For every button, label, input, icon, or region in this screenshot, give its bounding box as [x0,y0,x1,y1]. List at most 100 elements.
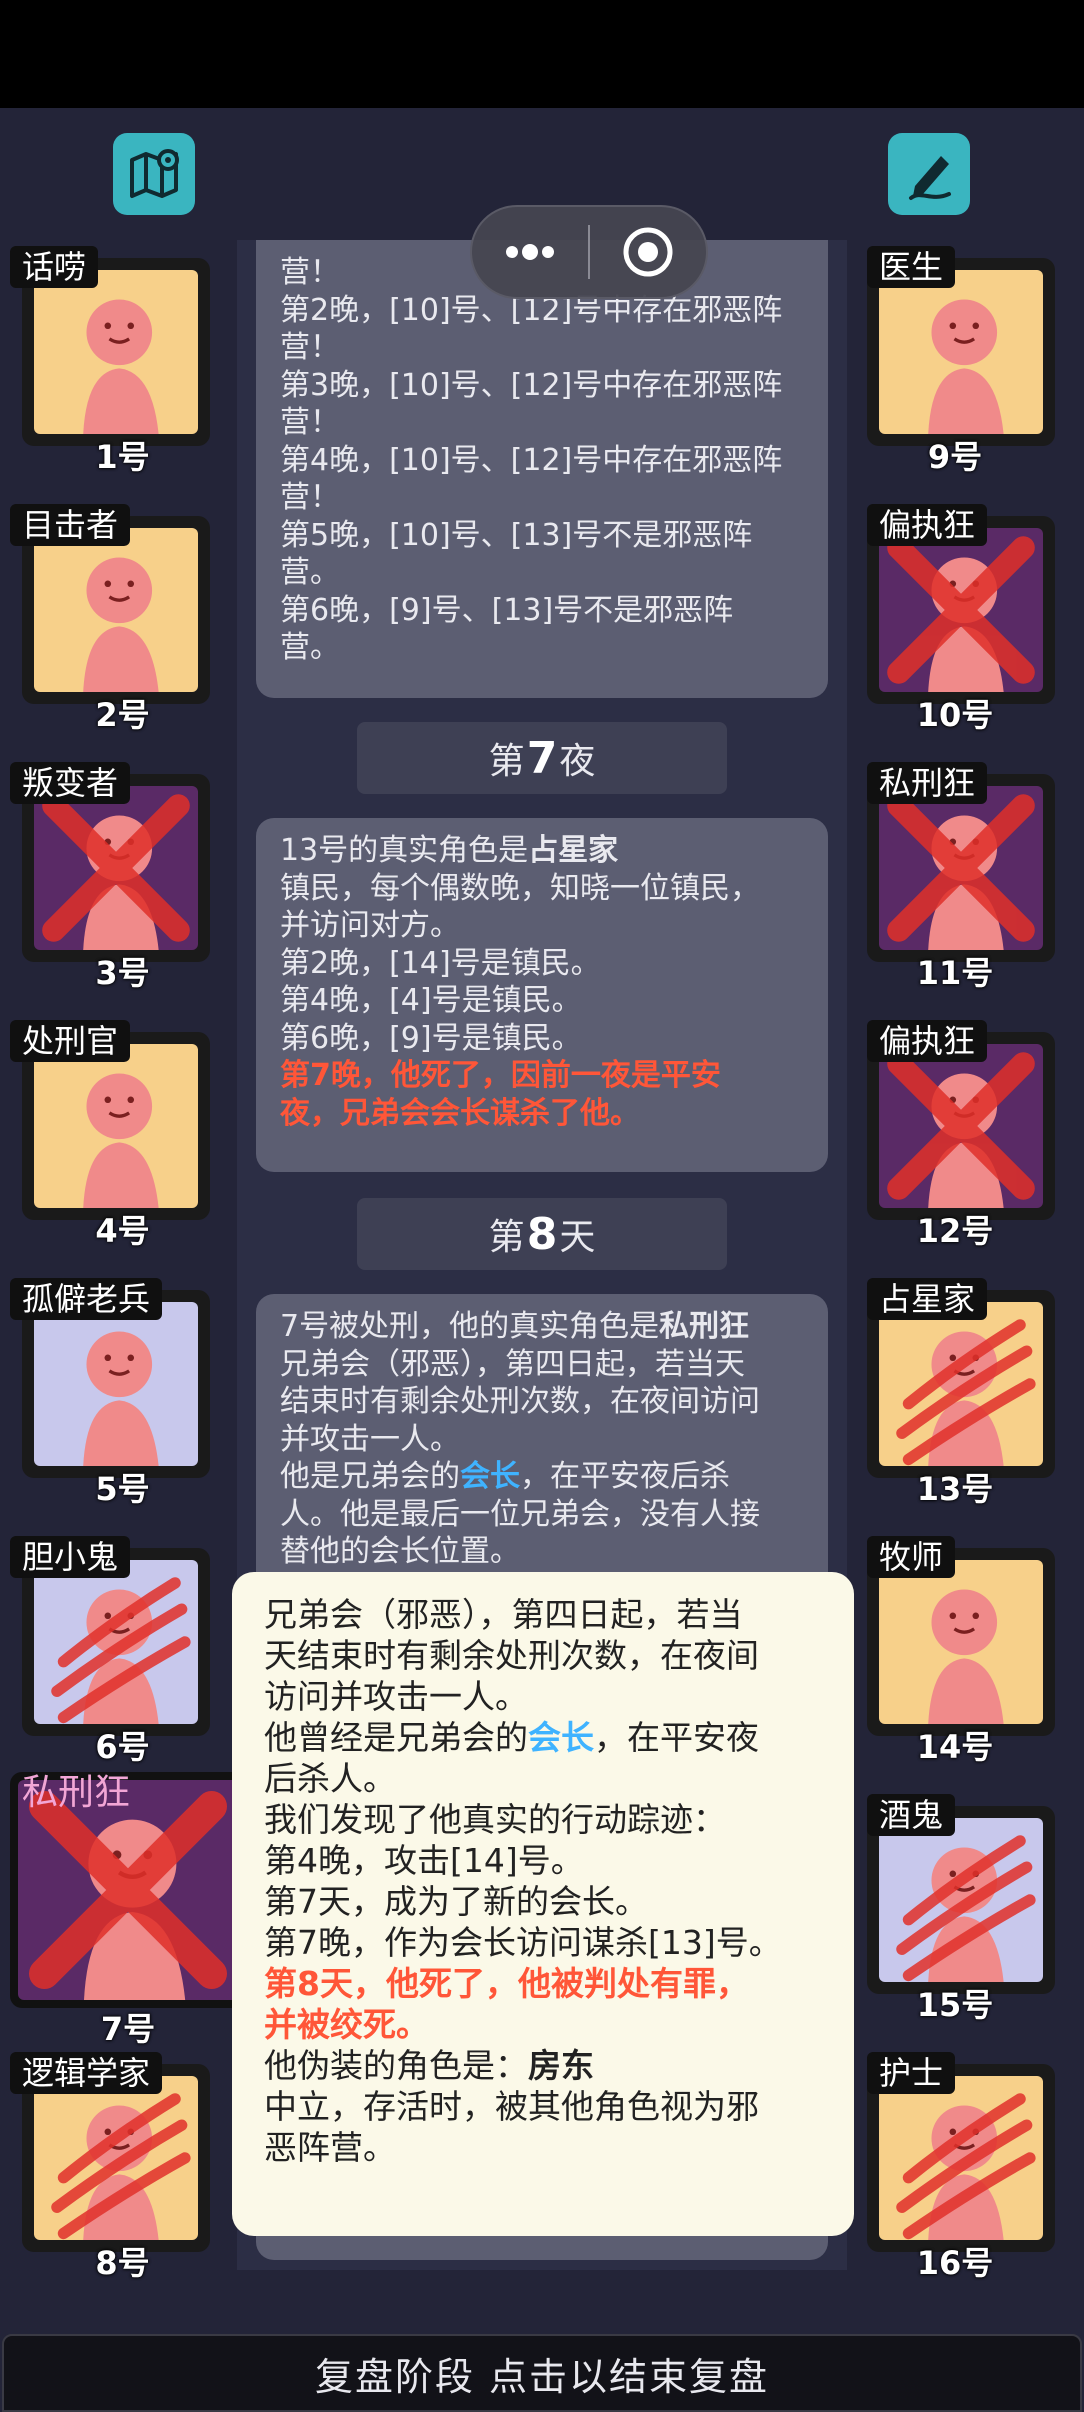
log-card-night6: 营！ 第2晚，[10]号、[12]号中存在邪恶阵 营！ 第3晚，[10]号、[1… [256,240,828,698]
fake-role-name: 房东 [528,2046,594,2085]
character-portrait [879,1302,1043,1466]
log-line: 营！ [280,480,340,515]
role-name-tag: 酒鬼 [867,1794,956,1836]
role-name-tag: 私刑狂 [867,762,988,804]
player-slot[interactable]: 偏执狂 10号 [855,504,1055,734]
character-portrait [34,2076,198,2240]
phase-prefix: 第 [488,1217,525,1258]
log-line: 第5晚，[10]号、[13]号不是邪恶阵 [280,517,753,553]
popup-death-line: 第8天，他死了，他被判处有罪， [264,1964,749,2003]
role-name-tag: 话唠 [10,246,99,288]
character-portrait [34,786,198,950]
character-portrait [34,1044,198,1208]
log-line: 营。 [280,555,340,590]
player-slot[interactable]: 话唠 1号 [10,246,210,476]
popup-line: 天结束时有剩余处刑次数，在夜间 [264,1636,759,1675]
player-slot[interactable]: 私刑狂 11号 [855,762,1055,992]
log-line: 第3晚，[10]号、[12]号中存在邪恶阵 [280,367,783,403]
character-portrait [34,1302,198,1466]
character-portrait [879,1818,1043,1982]
player-slot[interactable]: 孤僻老兵 5号 [10,1278,210,1508]
end-review-label: 复盘阶段 点击以结束复盘 [314,2354,770,2399]
death-line: 第7晚，他死了，因前一夜是平安 [280,1058,721,1093]
player-number: 10号 [916,696,994,734]
role-name-tag: 牧师 [867,1536,956,1578]
player-slot[interactable]: 目击者 2号 [10,504,210,734]
log-line: 13号的真实角色是占星家 [280,832,804,870]
player-slot[interactable]: 占星家 13号 [855,1278,1055,1508]
player-number: 5号 [95,1470,150,1508]
log-line: 第4晚，[4]号是镇民。 [280,983,582,1018]
end-review-button[interactable]: 复盘阶段 点击以结束复盘 [2,2334,1082,2412]
map-button[interactable] [113,133,195,215]
player-slot[interactable]: 牧师 14号 [855,1536,1055,1766]
claw-scratch-icon [896,2093,1036,2240]
player-slot[interactable]: 护士 16号 [855,2052,1055,2282]
log-line: 第6晚，[9]号、[13]号不是邪恶阵 [280,592,734,628]
popup-line: 兄弟会（邪恶），第四日起，若当 [264,1595,743,1634]
character-portrait [34,270,198,434]
death-line: 夜，兄弟会会长谋杀了他。 [280,1095,640,1131]
log-line: 营！ [280,330,340,365]
player-number: 13号 [916,1470,994,1508]
phase-suffix: 天 [559,1217,596,1258]
popup-line: 恶阵营。 [264,2128,396,2167]
player-number: 15号 [916,1986,994,2024]
claw-scratch-icon [896,1319,1036,1466]
player-number: 9号 [927,438,983,476]
role-name: 占星家 [528,833,619,868]
player-slot[interactable]: 逻辑学家 8号 [10,2052,210,2282]
popup-text: ，在平安夜 [594,1718,759,1757]
log-line: 并访问对方。 [280,908,460,943]
player-slot[interactable]: 偏执狂 12号 [855,1020,1055,1250]
character-figure-icon [83,557,159,692]
log-line: 镇民，每个偶数晚，知晓一位镇民， [280,870,760,906]
keyword-link[interactable]: 会长 [528,1718,594,1757]
role-name-tag: 偏执狂 [867,504,988,546]
log-line: 并攻击一人。 [280,1421,460,1457]
player-slot[interactable]: 医生 9号 [855,246,1055,476]
player-slot[interactable]: 私刑狂 7号 [10,1772,246,2048]
log-text: 13号的真实角色是 [280,833,529,868]
player-number: 16号 [916,2244,994,2282]
pen-note-icon [909,156,951,200]
more-dots-icon [506,244,554,260]
player-slot[interactable]: 叛变者 3号 [10,762,210,992]
character-portrait [879,1560,1043,1724]
claw-scratch-icon [51,1577,191,1724]
player-slot[interactable]: 处刑官 4号 [10,1020,210,1250]
popup-line: 后杀人。 [264,1759,396,1798]
popup-text: 他伪装的角色是： [264,2046,528,2085]
popup-line: 他曾经是兄弟会的会长，在平安夜 [264,1717,822,1758]
character-figure-icon [928,299,1004,434]
keyword-link[interactable]: 会长 [460,1459,520,1494]
log-card-night7: 13号的真实角色是占星家 镇民，每个偶数晚，知晓一位镇民， 并访问对方。 第2晚… [256,818,828,1172]
log-line: 他是兄弟会的会长，在平安夜后杀 [280,1458,804,1496]
role-name-tag: 目击者 [10,504,131,546]
popup-line: 访问并攻击一人。 [264,1677,528,1716]
player-slot[interactable]: 胆小鬼 6号 [10,1536,210,1766]
player-number: 2号 [95,696,150,734]
character-portrait [879,1044,1043,1208]
phase-prefix: 第 [488,741,525,782]
log-line: 营！ [280,405,340,440]
close-button[interactable] [590,207,706,297]
player-number: 1号 [95,438,150,476]
notes-button[interactable] [888,133,970,215]
character-figure-icon [83,299,159,434]
phase-suffix: 夜 [559,741,596,782]
more-button[interactable] [472,207,588,297]
character-portrait [34,1560,198,1724]
log-line: 7号被处刑，他的真实角色是私刑狂 [280,1308,804,1346]
role-name-tag: 孤僻老兵 [10,1278,163,1320]
role-name-tag: 处刑官 [10,1020,131,1062]
role-detail-popup[interactable]: 兄弟会（邪恶），第四日起，若当 天结束时有剩余处刑次数，在夜间 访问并攻击一人。… [232,1572,854,2236]
popup-death-line: 并被绞死。 [264,2005,429,2044]
log-line: 兄弟会（邪恶），第四日起，若当天 [280,1346,745,1382]
eliminated-x-icon [887,1052,1035,1200]
popup-line: 第7天，成为了新的会长。 [264,1882,648,1921]
log-line: 第6晚，[9]号是镇民。 [280,1020,582,1056]
player-slot[interactable]: 酒鬼 15号 [855,1794,1055,2024]
character-portrait [34,528,198,692]
map-pin-icon [130,149,179,198]
